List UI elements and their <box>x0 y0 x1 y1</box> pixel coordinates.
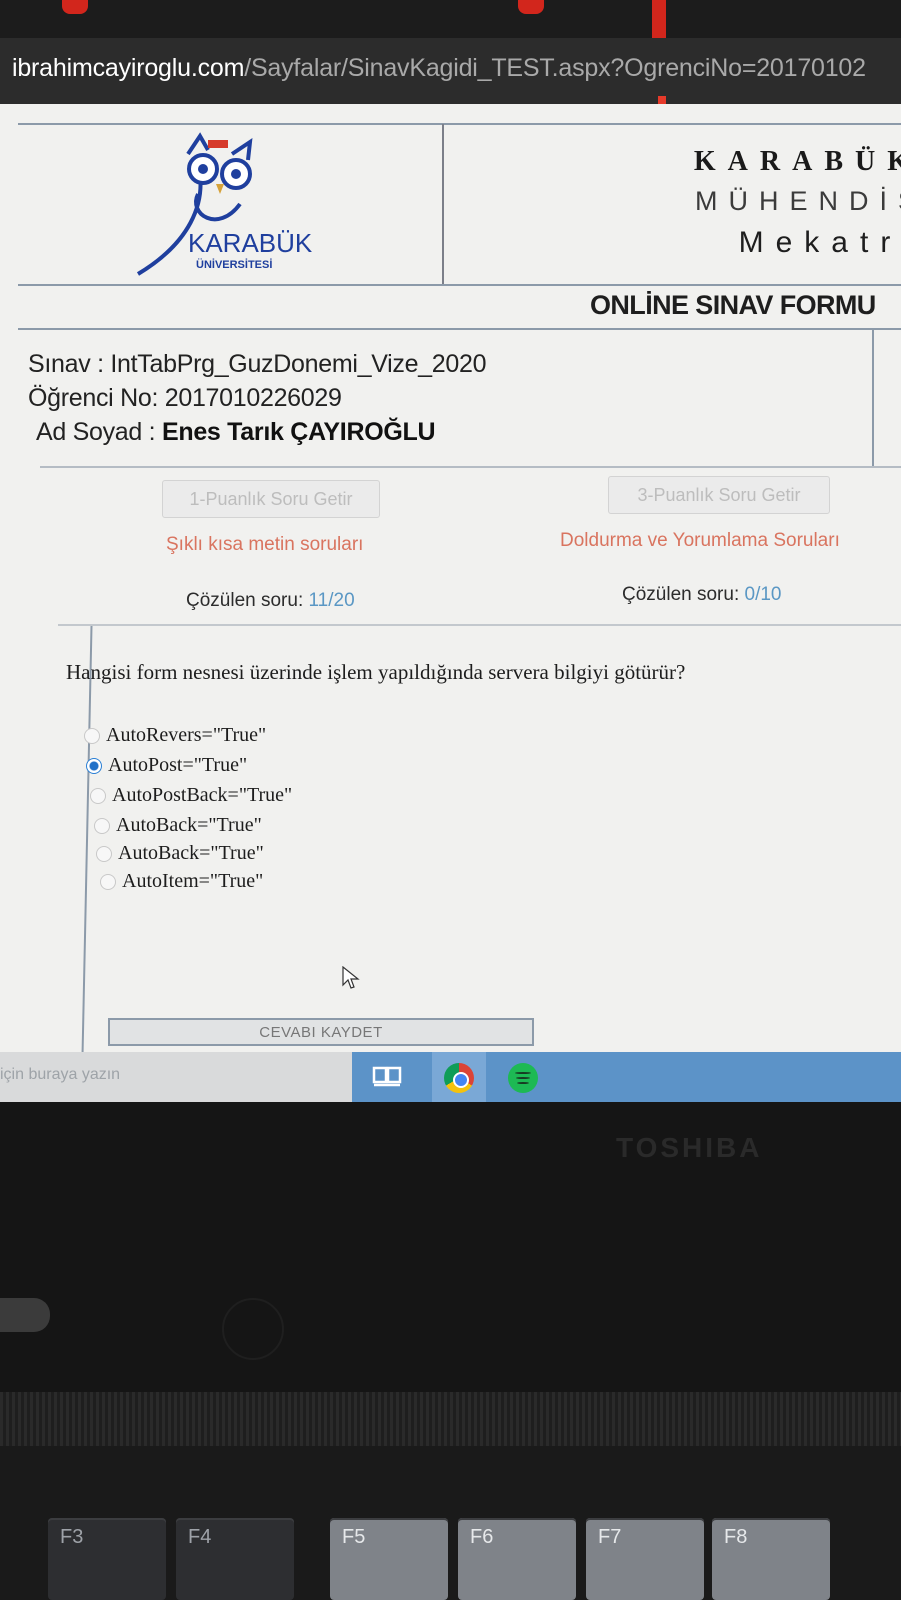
solved-count-3: Çözülen soru: 0/10 <box>622 584 782 606</box>
answer-panel-border <box>81 626 93 1056</box>
taskbar: için buraya yazın <box>0 1052 901 1102</box>
exam-row: Sınav : IntTabPrg_GuzDonemi_Vize_2020 <box>28 350 487 379</box>
category-label-3: Doldurma ve Yorumlama Soruları <box>560 530 840 551</box>
faculty-name: MÜHENDİS <box>694 186 901 216</box>
solved-label: Çözülen soru: <box>622 584 740 605</box>
answer-option[interactable]: AutoPost="True" <box>86 754 247 777</box>
key-label: F4 <box>188 1526 212 1548</box>
laptop-bezel: TOSHIBA <box>0 1102 901 1392</box>
address-bar[interactable]: ibrahimcayiroglu.com/Sayfalar/SinavKagid… <box>0 38 901 106</box>
answer-option[interactable]: AutoRevers="True" <box>84 724 266 747</box>
solved-count-1: Çözülen soru: 11/20 <box>186 590 355 612</box>
answer-option[interactable]: AutoBack="True" <box>94 814 262 837</box>
exam-form: KARABÜK ÜNİVERSİTESİ KARABÜK MÜHENDİS Me… <box>0 104 901 1074</box>
solved-value: 11/20 <box>308 590 355 611</box>
exam-info: Sınav : IntTabPrg_GuzDonemi_Vize_2020 Öğ… <box>28 330 874 466</box>
web-page: KARABÜK ÜNİVERSİTESİ KARABÜK MÜHENDİS Me… <box>0 104 901 1074</box>
radio-button[interactable] <box>84 727 100 744</box>
key-f7[interactable]: F7 <box>586 1518 704 1600</box>
task-view-icon[interactable] <box>372 1064 408 1090</box>
url-host: ibrahimcayiroglu.com <box>12 54 245 82</box>
speaker-grille <box>0 1392 901 1446</box>
get-1-point-question-button[interactable]: 1-Puanlık Soru Getir <box>162 480 380 518</box>
key-f6[interactable]: F6 <box>458 1518 576 1600</box>
radio-button[interactable] <box>100 873 116 890</box>
divider <box>18 284 901 286</box>
logo-text: KARABÜK <box>188 228 313 258</box>
radio-button[interactable] <box>90 787 106 804</box>
answer-option[interactable]: AutoItem="True" <box>100 870 263 893</box>
taskbar-apps <box>352 1052 901 1102</box>
university-name: KARABÜK <box>693 146 901 177</box>
divider <box>40 466 901 468</box>
option-label[interactable]: AutoItem="True" <box>122 870 263 893</box>
taskbar-search[interactable]: için buraya yazın <box>0 1066 120 1084</box>
radio-button[interactable] <box>94 817 110 834</box>
divider <box>58 624 901 626</box>
option-label[interactable]: AutoBack="True" <box>118 842 264 865</box>
key-label: F8 <box>724 1526 748 1548</box>
exam-value: IntTabPrg_GuzDonemi_Vize_2020 <box>110 350 487 378</box>
answer-option[interactable]: AutoPostBack="True" <box>90 784 292 807</box>
option-label[interactable]: AutoPost="True" <box>108 754 247 777</box>
name-label: Ad Soyad : <box>36 418 156 446</box>
laptop-brand: TOSHIBA <box>616 1132 763 1163</box>
header-text: KARABÜK MÜHENDİS Mekatro <box>445 124 901 284</box>
answer-option[interactable]: AutoBack="True" <box>96 842 264 865</box>
url-path: /Sayfalar/SinavKagidi_TEST.aspx?OgrenciN… <box>244 54 866 82</box>
option-label[interactable]: AutoPostBack="True" <box>112 784 292 807</box>
form-title: ONLİNE SINAV FORMU <box>590 290 876 320</box>
key-label: F7 <box>598 1526 622 1548</box>
key-f3[interactable]: F3 <box>48 1518 166 1600</box>
tab-indicator <box>652 0 666 38</box>
question-text: Hangisi form nesnesi üzerinde işlem yapı… <box>66 660 686 684</box>
spotify-icon[interactable] <box>508 1063 538 1093</box>
url-text[interactable]: ibrahimcayiroglu.com/Sayfalar/SinavKagid… <box>12 54 866 83</box>
radio-button[interactable] <box>96 845 112 862</box>
browser-top-strip <box>0 0 901 38</box>
key-label: F3 <box>60 1526 84 1548</box>
key-f4[interactable]: F4 <box>176 1518 294 1600</box>
option-label[interactable]: AutoBack="True" <box>116 814 262 837</box>
department-name: Mekatro <box>738 226 901 259</box>
radio-button-selected[interactable] <box>86 757 102 774</box>
key-label: F6 <box>470 1526 494 1548</box>
category-label-1: Şıklı kısa metin soruları <box>166 534 364 555</box>
hinge <box>0 1298 50 1332</box>
hinge-ring <box>222 1298 284 1360</box>
save-answer-button[interactable]: CEVABI KAYDET <box>108 1018 534 1046</box>
option-label[interactable]: AutoRevers="True" <box>106 724 266 747</box>
chrome-icon[interactable] <box>444 1063 474 1093</box>
mouse-cursor-icon <box>342 966 360 989</box>
get-3-point-question-button[interactable]: 3-Puanlık Soru Getir <box>608 476 830 514</box>
key-label: F5 <box>342 1526 366 1548</box>
student-no-row: Öğrenci No: 2017010226029 <box>28 384 342 413</box>
name-row: Ad Soyad : Enes Tarık ÇAYIROĞLU <box>36 418 436 447</box>
tab-icon <box>62 0 88 14</box>
logo-subtext: ÜNİVERSİTESİ <box>196 258 272 271</box>
student-name: Enes Tarık ÇAYIROĞLU <box>161 418 436 446</box>
key-f8[interactable]: F8 <box>712 1518 830 1600</box>
key-f5[interactable]: F5 <box>330 1518 448 1600</box>
logo-cell: KARABÜK ÜNİVERSİTESİ <box>18 124 444 286</box>
exam-label: Sınav : <box>28 350 104 378</box>
solved-value: 0/10 <box>744 584 782 605</box>
solved-label: Çözülen soru: <box>186 590 304 611</box>
tab-icon <box>518 0 544 14</box>
university-logo: KARABÜK ÜNİVERSİTESİ <box>136 132 313 276</box>
student-no-value: 2017010226029 <box>164 384 342 412</box>
student-no-label: Öğrenci No: <box>28 384 159 412</box>
